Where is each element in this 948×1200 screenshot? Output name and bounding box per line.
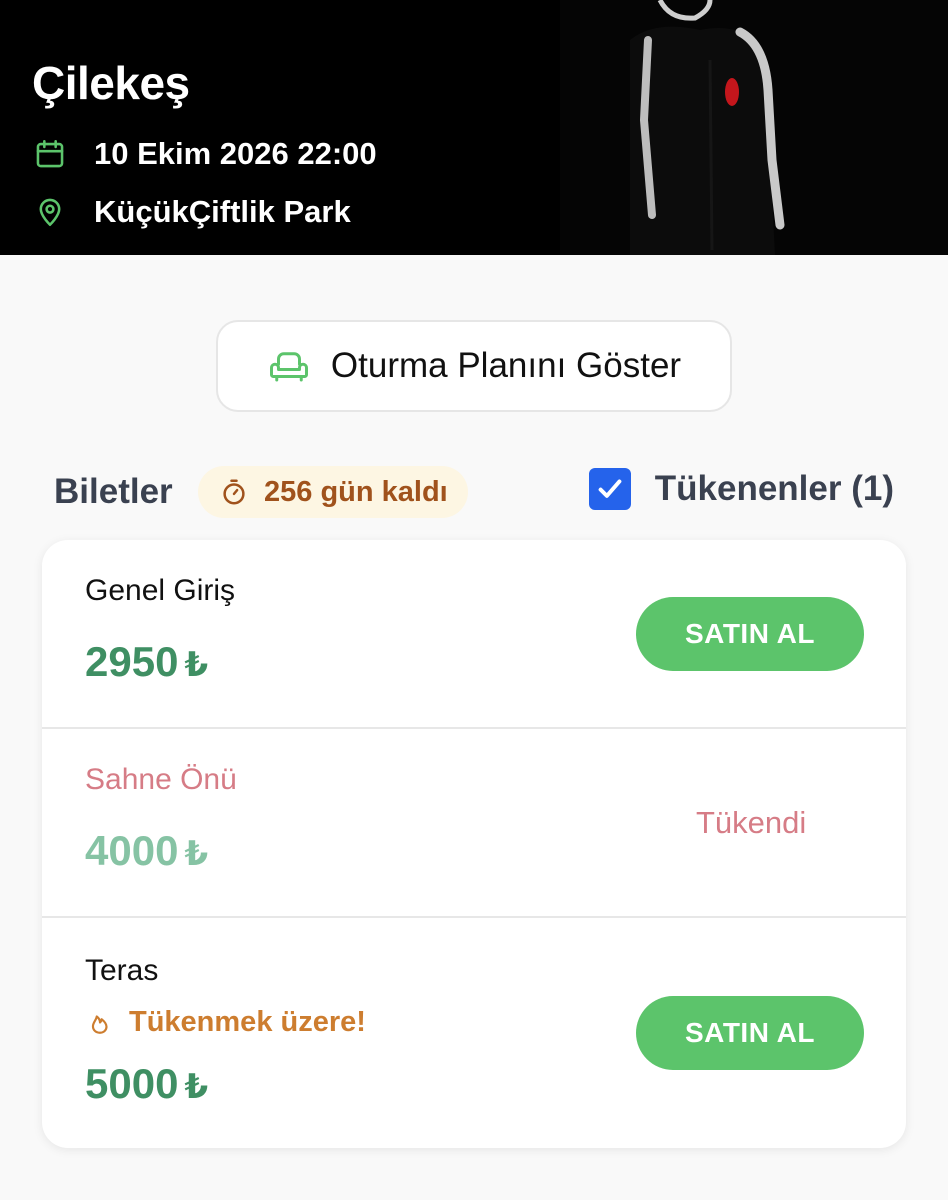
checkmark-icon — [598, 479, 622, 498]
ticket-row-genel-giris: Genel Giriş 2950 ₺ SATIN AL — [42, 540, 906, 728]
ticket-row-teras: Teras Tükenmek üzere! 5000 ₺ SATIN AL — [42, 918, 906, 1148]
ticket-price-value: 4000 — [85, 827, 179, 874]
currency-symbol: ₺ — [184, 646, 209, 684]
event-date-text: 10 Ekim 2026 22:00 — [94, 136, 377, 171]
show-seating-plan-button[interactable]: Oturma Planını Göster — [216, 320, 732, 412]
ticket-name: Teras — [85, 954, 159, 987]
event-date: 10 Ekim 2026 22:00 — [32, 136, 377, 172]
buy-button[interactable]: SATIN AL — [636, 597, 864, 671]
stopwatch-icon — [218, 476, 250, 508]
ticket-price: 4000 ₺ — [85, 827, 208, 875]
calendar-icon — [32, 136, 68, 172]
soldout-filter-label: Tükenenler (1) — [654, 469, 894, 508]
ticket-name: Genel Giriş — [85, 574, 236, 607]
countdown-badge: 256 gün kaldı — [198, 466, 468, 518]
event-venue-text: KüçükÇiftlik Park — [94, 194, 351, 229]
map-pin-icon — [32, 194, 68, 230]
almost-sold-out-text: Tükenmek üzere! — [129, 1006, 366, 1038]
tickets-header: Biletler 256 gün kaldı Tükenenler (1) — [54, 462, 894, 522]
soldout-filter-toggle[interactable]: Tükenenler (1) — [588, 468, 894, 510]
currency-symbol: ₺ — [184, 1068, 209, 1106]
event-title: Çilekeş — [32, 57, 190, 109]
ticket-price-value: 2950 — [85, 638, 179, 685]
ticket-name: Sahne Önü — [85, 763, 237, 796]
ticket-price-value: 5000 — [85, 1060, 179, 1107]
buy-button[interactable]: SATIN AL — [636, 996, 864, 1070]
ticket-price: 5000 ₺ — [85, 1060, 208, 1108]
almost-sold-out-badge: Tükenmek üzere! — [85, 1006, 366, 1039]
armchair-icon — [267, 344, 311, 388]
flame-icon — [85, 1007, 115, 1039]
artist-photo — [560, 0, 948, 255]
event-hero: Çilekeş 10 Ekim 2026 22:00 KüçükÇiftlik … — [0, 0, 948, 255]
ticket-price: 2950 ₺ — [85, 638, 208, 686]
countdown-text: 256 gün kaldı — [264, 475, 448, 508]
tickets-title: Biletler — [54, 472, 173, 511]
event-venue: KüçükÇiftlik Park — [32, 194, 351, 230]
show-seating-plan-label: Oturma Planını Göster — [330, 346, 682, 385]
ticket-list: Genel Giriş 2950 ₺ SATIN AL Sahne Önü 400… — [42, 540, 906, 1148]
ticket-row-sahne-onu: Sahne Önü 4000 ₺ Tükendi — [42, 729, 906, 917]
currency-symbol: ₺ — [184, 835, 209, 873]
soldout-checkbox[interactable] — [588, 468, 631, 510]
sold-out-label: Tükendi — [696, 805, 807, 840]
